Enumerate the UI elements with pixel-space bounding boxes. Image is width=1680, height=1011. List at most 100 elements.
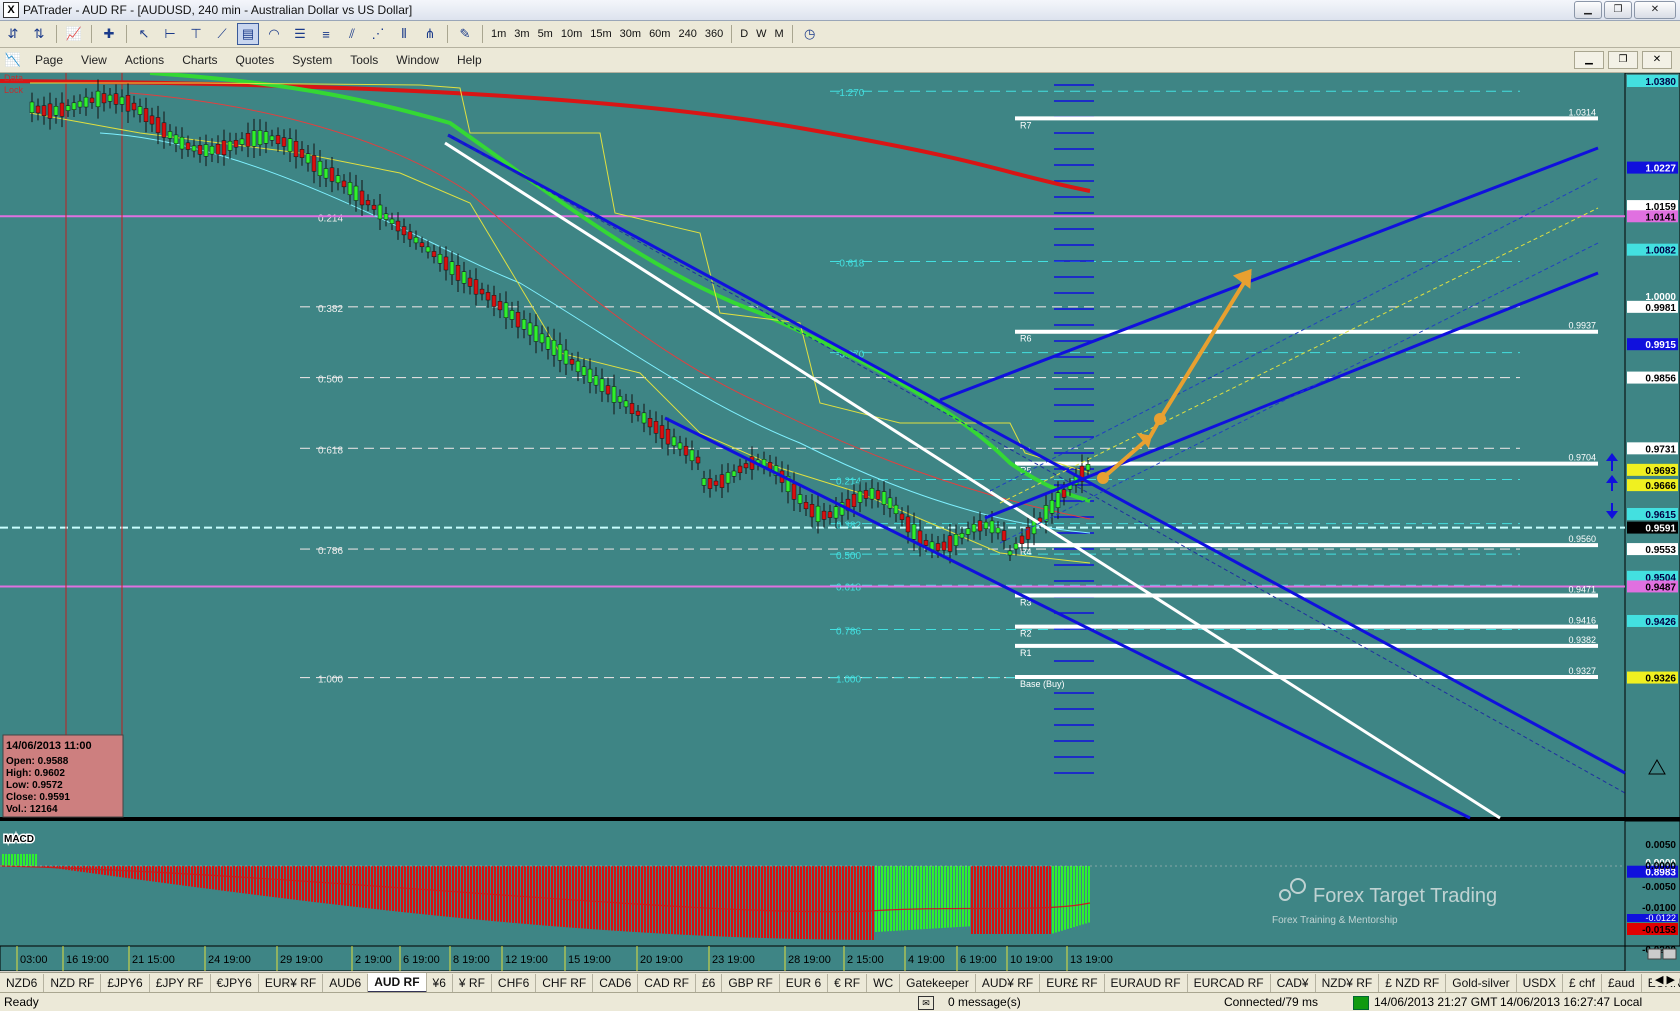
sell-arrow-icon[interactable]: ⇅ [28,23,50,45]
macd-bar [929,866,931,929]
tab-cad-rf[interactable]: CAD RF [638,974,696,992]
tab-gbp-rf[interactable]: GBP RF [722,974,779,992]
timeframe-15m[interactable]: 15m [590,28,611,40]
menu-tools[interactable]: Tools [350,53,378,67]
tab--6[interactable]: ¥6 [427,974,453,992]
macd-bar [1055,866,1057,933]
timeframe-240[interactable]: 240 [678,28,696,40]
tab--rf[interactable]: ¥ RF [453,974,492,992]
tab-eur-rf[interactable]: EUR£ RF [1040,974,1104,992]
symbol-tabs: NZD6NZD RF£JPY6£JPY RF€JPY6EUR¥ RFAUD6AU… [0,972,1680,993]
fib-arc-icon[interactable]: ◠ [263,23,285,45]
macd-bar [956,866,958,927]
tab-eur-6[interactable]: EUR 6 [780,974,828,992]
time-zones-icon[interactable]: ⦀ [393,23,415,45]
tab-nzd-rf[interactable]: NZD RF [44,974,101,992]
timeframe-1m[interactable]: 1m [491,28,506,40]
close-button[interactable]: ✕ [1634,1,1676,19]
macd-bar [677,866,679,934]
tab-aud-rf[interactable]: AUD¥ RF [976,974,1040,992]
menu-actions[interactable]: Actions [125,53,164,67]
fib-retracement-icon[interactable]: ☰ [289,23,311,45]
price-chart[interactable]: 0.2140.3820.5000.6180.7861.000-1.270-0.6… [0,73,1680,971]
tab-gold-silver[interactable]: Gold-silver [1446,974,1516,992]
menu-window[interactable]: Window [396,53,439,67]
timeframe-daily[interactable]: D [740,28,748,40]
menu-charts[interactable]: Charts [182,53,217,67]
tab-eur-rf[interactable]: EUR¥ RF [259,974,323,992]
tab-aud-rf[interactable]: AUD RF [368,973,426,993]
fib-extension-icon[interactable]: ≡ [315,23,337,45]
crosshair-icon[interactable]: ✚ [98,23,120,45]
chart-icon[interactable]: 📈 [63,23,85,45]
tab-usdx[interactable]: USDX [1517,974,1563,992]
scroll-right-button[interactable] [1663,949,1676,959]
time-axis-label: 29 19:00 [280,954,323,966]
macd-bar [116,866,118,877]
status-messages[interactable]: 0 message(s) [948,995,1021,1009]
tab-wc[interactable]: WC [867,974,900,992]
tab-euraud-rf[interactable]: EURAUD RF [1105,974,1188,992]
timeframe-10m[interactable]: 10m [561,28,582,40]
timeframe-60m[interactable]: 60m [649,28,670,40]
tab--aud[interactable]: £aud [1602,974,1642,992]
tab-nzd-rf[interactable]: NZD¥ RF [1316,974,1380,992]
chart-window[interactable]: 0.2140.3820.5000.6180.7861.000-1.270-0.6… [0,73,1680,971]
trendline-icon[interactable]: ⟋ [211,23,233,45]
tab--jpy6[interactable]: £JPY6 [101,974,149,992]
tab--nzd-rf[interactable]: £ NZD RF [1379,974,1446,992]
timeframe-3m[interactable]: 3m [514,28,529,40]
menu-page[interactable]: Page [35,53,63,67]
vertical-line-icon[interactable]: ⊤ [185,23,207,45]
tab-cad6[interactable]: CAD6 [593,974,638,992]
tab-nzd6[interactable]: NZD6 [0,974,44,992]
tab-chf6[interactable]: CHF6 [492,974,536,992]
gann-fan-icon[interactable]: ⋰ [367,23,389,45]
menu-view[interactable]: View [81,53,107,67]
menu-help[interactable]: Help [457,53,482,67]
mdi-restore-button[interactable]: ❐ [1608,51,1638,69]
horizontal-line-icon[interactable]: ⊢ [159,23,181,45]
restore-button[interactable]: ❐ [1604,1,1632,19]
menu-quotes[interactable]: Quotes [236,53,275,67]
macd-bar [368,866,370,908]
pivot-value: 0.9471 [1568,584,1596,594]
chart-window-icon: 📉 [2,49,24,71]
projection-point[interactable] [1097,472,1109,484]
candle-body [336,176,340,183]
timeframe-360[interactable]: 360 [705,28,723,40]
projection-point[interactable] [1154,413,1166,425]
tab-chf-rf[interactable]: CHF RF [536,974,593,992]
tab-eurcad-rf[interactable]: EURCAD RF [1188,974,1271,992]
timeframe-weekly[interactable]: W [756,28,766,40]
timeframe-5m[interactable]: 5m [538,28,553,40]
tab--6[interactable]: £6 [696,974,722,992]
candle-body [132,103,136,110]
tab--rf[interactable]: € RF [828,974,867,992]
pointer-icon[interactable]: ↖ [133,23,155,45]
tab--chf[interactable]: £ chf [1563,974,1602,992]
macd-bar [761,866,763,938]
tab-cad-[interactable]: CAD¥ [1271,974,1316,992]
clock-icon[interactable]: ◷ [799,23,821,45]
tab-gatekeeper[interactable]: Gatekeeper [900,974,976,992]
fib-fan-icon[interactable]: ⫽ [341,23,363,45]
tab--jpy6[interactable]: €JPY6 [211,974,259,992]
channel-icon[interactable]: ▤ [237,23,259,45]
macd-bar [269,866,271,897]
timeframe-monthly[interactable]: M [775,28,784,40]
timeframe-30m[interactable]: 30m [620,28,641,40]
tab-aud6[interactable]: AUD6 [323,974,368,992]
buy-arrow-icon[interactable]: ⇵ [2,23,24,45]
tab--jpy-rf[interactable]: £JPY RF [150,974,211,992]
scroll-left-button[interactable] [1648,949,1661,959]
candle-body [30,102,34,113]
pencil-icon[interactable]: ✎ [454,23,476,45]
menu-system[interactable]: System [292,53,332,67]
mdi-close-button[interactable]: ✕ [1642,51,1672,69]
candle-body [240,139,244,145]
tab-scroll-arrows[interactable]: ◀ ▶ [1652,973,1678,986]
mdi-minimize-button[interactable]: ▁ [1574,51,1604,69]
minimize-button[interactable]: ▁ [1574,1,1602,19]
pitchfork-icon[interactable]: ⋔ [419,23,441,45]
